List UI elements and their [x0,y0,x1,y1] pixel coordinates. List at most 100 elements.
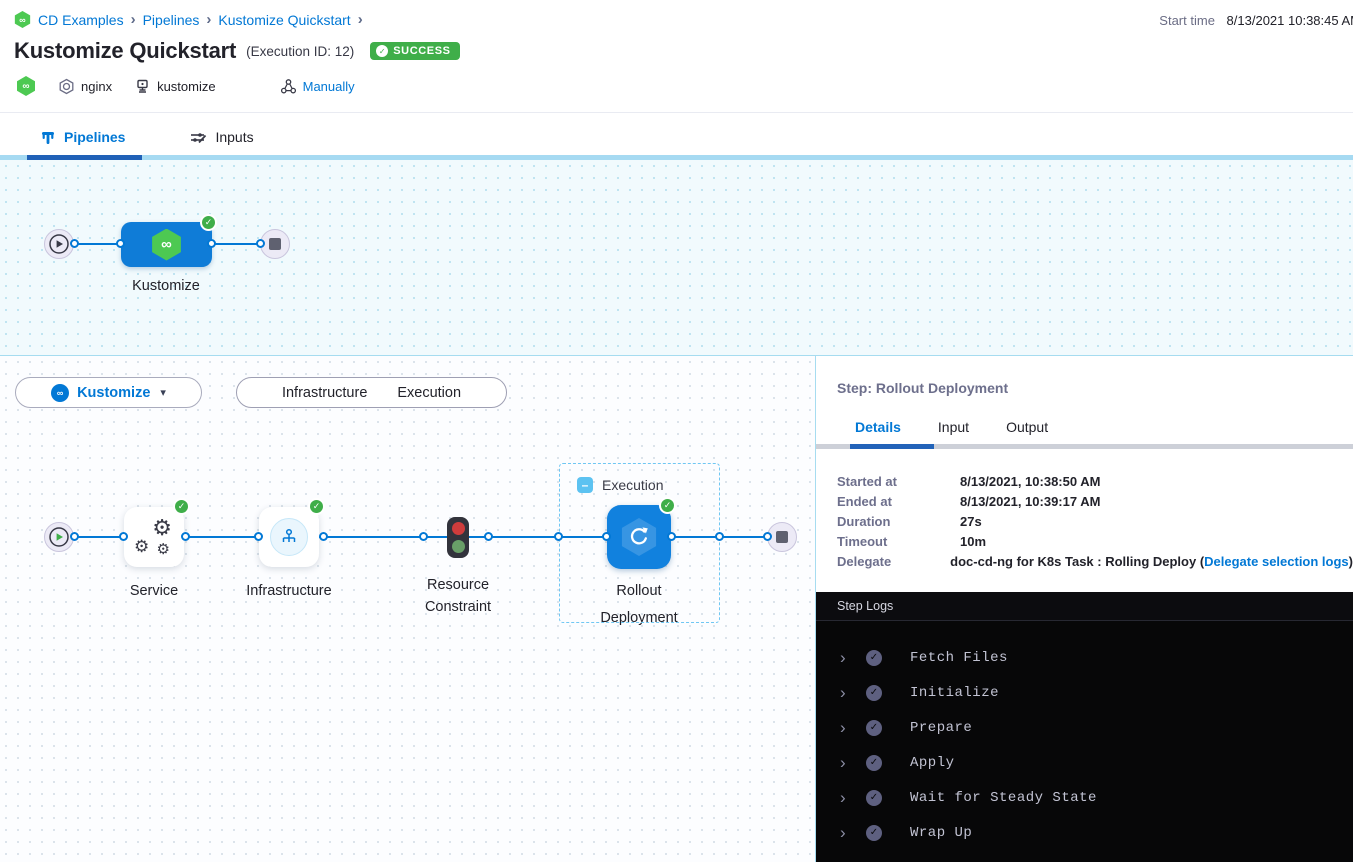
toggle-execution[interactable]: Execution [397,385,461,401]
environment-tag[interactable]: kustomize [134,78,216,95]
chevron-right-icon[interactable]: › [840,684,854,701]
stage-execution-canvas: ∞ Kustomize ▾ Infrastructure Execution –… [0,356,816,862]
toggle-infrastructure[interactable]: Infrastructure [282,385,367,401]
step-logs-title: Step Logs [837,599,893,613]
chevron-right-icon: › [358,11,363,28]
connector-dot [715,532,724,541]
caret-down-icon: ▾ [160,386,166,399]
main-tabs: Pipelines Inputs [0,112,1353,160]
inputs-tab-icon [189,129,207,145]
tab-inputs[interactable]: Inputs [189,129,253,145]
detail-row-duration: Duration 27s [837,511,1353,531]
detail-label: Duration [837,514,960,529]
step-node-infrastructure[interactable]: ✓ [259,507,319,567]
chevron-right-icon[interactable]: › [840,719,854,736]
chevron-right-icon[interactable]: › [840,789,854,806]
start-time-label: Start time [1159,13,1215,28]
stop-icon [269,238,281,250]
detail-label: Started at [837,474,960,489]
cd-icon: ∞ [16,76,36,96]
pipelines-tab-icon [40,129,56,145]
log-section-fetch-files[interactable]: › ✓ Fetch Files [816,640,1353,675]
rollout-redeploy-icon [626,524,652,550]
log-section-label: Wait for Steady State [910,790,1097,806]
tab-pipelines-label: Pipelines [64,129,125,145]
step-details-table: Started at 8/13/2021, 10:38:50 AM Ended … [837,471,1353,571]
trigger-icon [280,78,297,95]
log-section-label: Wrap Up [910,825,972,841]
tags-row: ∞ nginx kustomize [16,76,377,96]
log-section-label: Initialize [910,685,999,701]
detail-row-ended-at: Ended at 8/13/2021, 10:39:17 AM [837,491,1353,511]
connector-dot [319,532,328,541]
step-details-panel: Step: Rollout Deployment Details Input O… [816,356,1353,862]
play-icon [48,233,70,255]
play-icon [48,526,70,548]
step-tabs-active-underline [850,444,934,449]
trigger-tag[interactable]: Manually [280,78,355,95]
connector-dot [207,239,216,248]
log-section-wrap-up[interactable]: › ✓ Wrap Up [816,815,1353,850]
log-section-label: Apply [910,755,955,771]
start-time-value: 8/13/2021 10:38:45 AM [1227,13,1353,28]
log-section-label: Prepare [910,720,972,736]
detail-row-delegate: Delegate doc-cd-ng for K8s Task : Rollin… [837,551,1353,571]
step-panel-tabs: Details Input Output [855,419,1353,435]
connector-dot [256,239,265,248]
log-section-label: Fetch Files [910,650,1008,666]
log-check-icon: ✓ [866,720,882,736]
tab-input[interactable]: Input [938,419,969,435]
detail-label: Ended at [837,494,960,509]
log-section-prepare[interactable]: › ✓ Prepare [816,710,1353,745]
chevron-right-icon[interactable]: › [840,754,854,771]
step-node-rollout-deployment[interactable]: ✓ [607,505,671,569]
header: ∞ CD Examples › Pipelines › Kustomize Qu… [0,0,1353,112]
step-node-resource-constraint[interactable] [447,517,469,558]
stage-success-icon: ✓ [200,214,217,231]
connector-dot [254,532,263,541]
stage-node-kustomize[interactable]: ∞ ✓ [121,222,212,267]
step-label-service: Service [99,578,209,604]
delegate-selection-logs-link[interactable]: Delegate selection logs [1204,554,1349,569]
tab-details[interactable]: Details [855,419,901,435]
execution-group-header[interactable]: – Execution [577,477,663,493]
traffic-light-green [452,540,465,553]
stage-label: Kustomize [111,273,221,299]
service-tag-label: nginx [81,79,112,94]
tab-inputs-label: Inputs [215,129,253,145]
chevron-right-icon[interactable]: › [840,649,854,666]
environment-tag-label: kustomize [157,79,216,94]
connector-dot [667,532,676,541]
log-section-wait-for-steady-state[interactable]: › ✓ Wait for Steady State [816,780,1353,815]
detail-value: 8/13/2021, 10:38:50 AM [960,474,1100,489]
breadcrumb-cd-examples[interactable]: CD Examples [38,12,124,28]
cd-module-icon: ∞ [14,11,31,28]
log-section-initialize[interactable]: › ✓ Initialize [816,675,1353,710]
title-row: Kustomize Quickstart (Execution ID: 12) … [14,38,460,64]
tab-output[interactable]: Output [1006,419,1048,435]
service-tag[interactable]: nginx [58,78,112,95]
step-node-service[interactable]: ⚙ ⚙ ⚙ ✓ [124,507,184,567]
stage-selector-dropdown[interactable]: ∞ Kustomize ▾ [15,377,202,408]
gears-icon: ⚙ ⚙ ⚙ [134,517,174,557]
step-success-icon: ✓ [308,498,325,515]
pipeline-execution-page: ∞ CD Examples › Pipelines › Kustomize Qu… [0,0,1353,862]
start-time: Start time 8/13/2021 10:38:45 AM [1159,13,1353,28]
collapse-minus-icon[interactable]: – [577,477,593,493]
traffic-light-red [452,522,465,535]
breadcrumb-pipelines[interactable]: Pipelines [143,12,200,28]
log-check-icon: ✓ [866,790,882,806]
breadcrumb-kustomize-quickstart[interactable]: Kustomize Quickstart [218,12,350,28]
tab-pipelines[interactable]: Pipelines [40,129,125,145]
detail-label: Timeout [837,534,960,549]
step-success-icon: ✓ [173,498,190,515]
connector-dot [70,239,79,248]
success-check-icon: ✓ [376,45,388,57]
chevron-right-icon: › [206,11,211,28]
step-logs-console: › ✓ Fetch Files › ✓ Initialize › ✓ Prepa… [816,621,1353,862]
log-section-apply[interactable]: › ✓ Apply [816,745,1353,780]
connector-dot [116,239,125,248]
chevron-right-icon[interactable]: › [840,824,854,841]
service-hexagon-icon [58,78,75,95]
detail-value: 10m [960,534,986,549]
